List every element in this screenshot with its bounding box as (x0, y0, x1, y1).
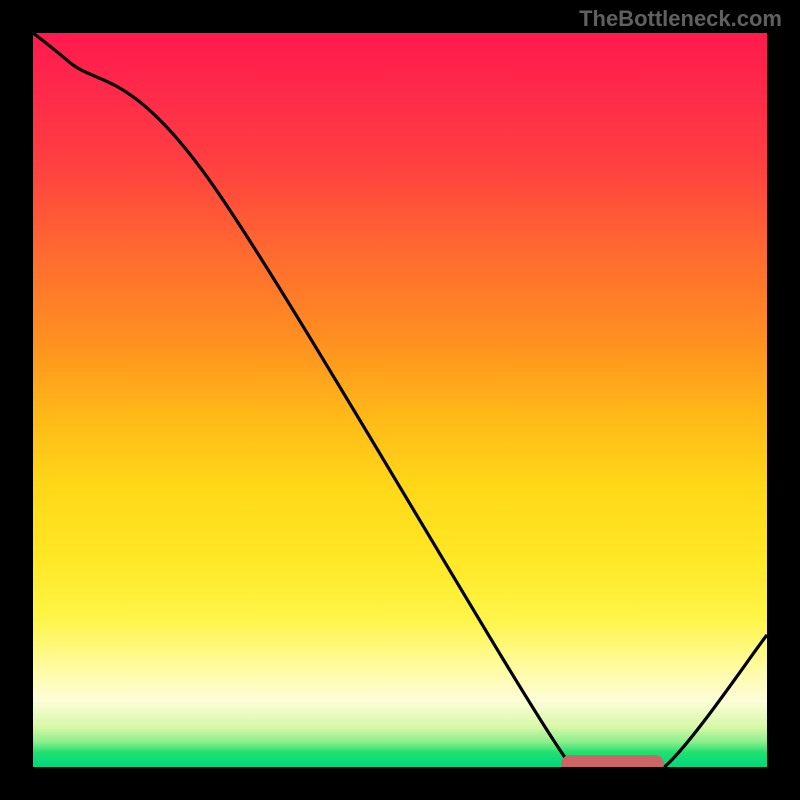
bottleneck-curve (33, 33, 767, 767)
plot-area (33, 33, 767, 767)
watermark-text: TheBottleneck.com (579, 6, 782, 32)
optimal-range-marker (561, 755, 664, 767)
